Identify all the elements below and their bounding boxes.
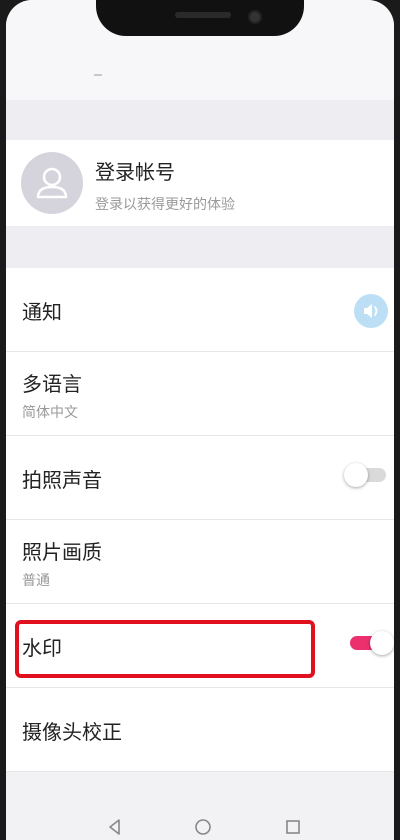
toggle-knob <box>370 631 394 655</box>
account-subtitle: 登录以获得更好的体验 <box>95 197 235 213</box>
setting-language[interactable]: 多语言 简体中文 <box>6 352 394 436</box>
section-spacer <box>6 226 394 268</box>
setting-label: 多语言 <box>22 372 82 396</box>
home-icon[interactable] <box>194 818 212 836</box>
setting-shutter-sound[interactable]: 拍照声音 <box>6 436 394 520</box>
settings-list: 通知 多语言 简体中文 拍照声音 照片画质 普通 水印 摄像头校正 <box>6 268 394 772</box>
setting-value: 简体中文 <box>22 405 78 421</box>
screen: 登录帐号 登录以获得更好的体验 通知 多语言 简体中文 拍照声音 照片画质 普通… <box>6 0 394 840</box>
toggle-knob <box>344 463 368 487</box>
nav-bar <box>6 814 394 840</box>
notch <box>96 0 304 36</box>
setting-label: 通知 <box>22 300 62 324</box>
section-spacer <box>6 100 394 140</box>
setting-photo-quality[interactable]: 照片画质 普通 <box>6 520 394 604</box>
account-row[interactable]: 登录帐号 登录以获得更好的体验 <box>6 140 394 226</box>
avatar <box>21 152 83 214</box>
watermark-toggle[interactable] <box>350 631 394 655</box>
setting-value: 普通 <box>22 573 50 589</box>
setting-notification[interactable]: 通知 <box>6 268 394 352</box>
shutter-sound-toggle[interactable] <box>344 463 386 487</box>
setting-label: 拍照声音 <box>22 468 102 492</box>
speaker-icon <box>364 304 378 318</box>
account-title: 登录帐号 <box>95 160 175 184</box>
watermark-highlight-box <box>15 620 315 678</box>
setting-label: 照片画质 <box>22 540 102 564</box>
recents-icon[interactable] <box>284 818 302 836</box>
top-bar-mark <box>94 74 102 76</box>
back-icon[interactable] <box>106 818 124 836</box>
notification-button[interactable] <box>354 294 388 328</box>
front-camera <box>248 10 262 24</box>
earpiece <box>175 12 231 18</box>
setting-camera-calibration[interactable]: 摄像头校正 <box>6 688 394 772</box>
user-icon <box>36 167 68 199</box>
setting-label: 摄像头校正 <box>22 720 122 744</box>
phone-frame: 登录帐号 登录以获得更好的体验 通知 多语言 简体中文 拍照声音 照片画质 普通… <box>0 0 400 840</box>
